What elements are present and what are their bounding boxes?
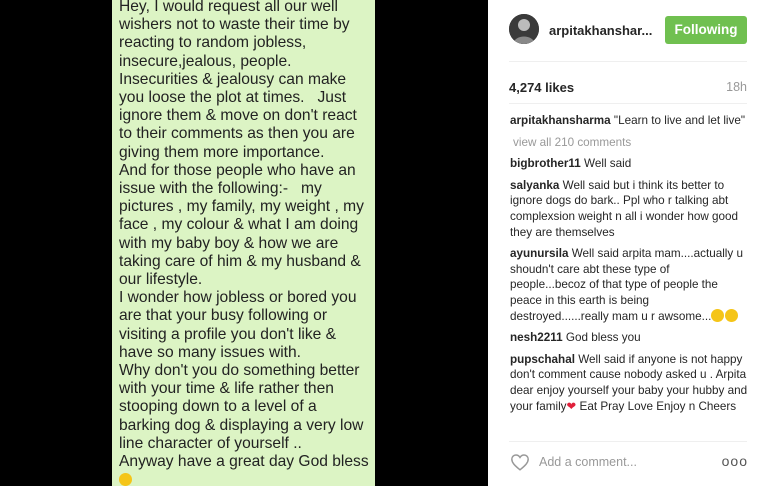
comment-username[interactable]: ayunursila [510,247,568,260]
comment-text-continued: Eat Pray Love Enjoy n Cheers [576,399,737,413]
note-paragraph-4: Why don't you do something better with y… [119,362,368,452]
comments-list: arpitakhansharma "Learn to live and let … [510,113,748,435]
note-text: Hey, I would request all our well wisher… [119,0,371,486]
comment-item: salyanka Well said but i think its bette… [510,178,748,240]
profile-avatar-icon [509,14,539,44]
caption: arpitakhansharma "Learn to live and let … [510,113,748,129]
comment-item: ayunursila Well said arpita mam....actua… [510,246,748,324]
likes-count[interactable]: 4,274 likes [509,80,574,95]
smiling-face-emoji-icon [119,473,132,486]
comment-item: pupschahal Well said if anyone is not ha… [510,352,748,414]
divider [509,61,747,62]
note-paragraph-1: Hey, I would request all our well wisher… [119,0,362,161]
more-options-button[interactable]: ooo [722,453,748,469]
comment-username[interactable]: nesh2211 [510,331,563,344]
comment-username[interactable]: bigbrother11 [510,157,581,170]
post-photo: Hey, I would request all our well wisher… [0,0,488,486]
caption-text: "Learn to live and let live" [610,114,746,127]
username-link[interactable]: arpitakhanshar... [549,23,652,38]
view-all-comments-link[interactable]: view all 210 comments [513,135,748,151]
note-paragraph-3: I wonder how jobless or bored you are th… [119,289,361,361]
note-screenshot: Hey, I would request all our well wisher… [112,0,375,486]
smiling-face-emoji-icon [725,308,739,322]
comment-text: God bless you [562,331,641,345]
add-comment-input[interactable]: Add a comment... [539,455,637,469]
note-paragraph-2: And for those people who have an issue w… [119,161,369,289]
post-time[interactable]: 18h [726,80,747,94]
note-paragraph-5: Anyway have a great day God bless [119,453,371,486]
post-header: arpitakhanshar... Following [488,0,768,60]
smiling-face-emoji-icon [711,308,725,322]
comment-username[interactable]: salyanka [510,179,559,192]
comment-text: Well said [580,157,632,171]
following-button[interactable]: Following [665,16,747,44]
caption-username[interactable]: arpitakhansharma [510,114,611,127]
comment-item: bigbrother11 Well said [510,156,748,172]
heart-outline-icon [511,454,529,471]
comment-item: nesh2211 God bless you [510,330,748,346]
divider [509,441,747,442]
red-heart-icon: ❤ [566,399,577,413]
avatar[interactable] [509,14,539,44]
note-paragraph-5-text: Anyway have a great day God bless [119,453,369,471]
comment-username[interactable]: pupschahal [510,353,575,366]
post-side-panel: arpitakhanshar... Following 4,274 likes … [488,0,768,486]
divider [509,103,747,104]
like-button[interactable] [510,453,530,471]
